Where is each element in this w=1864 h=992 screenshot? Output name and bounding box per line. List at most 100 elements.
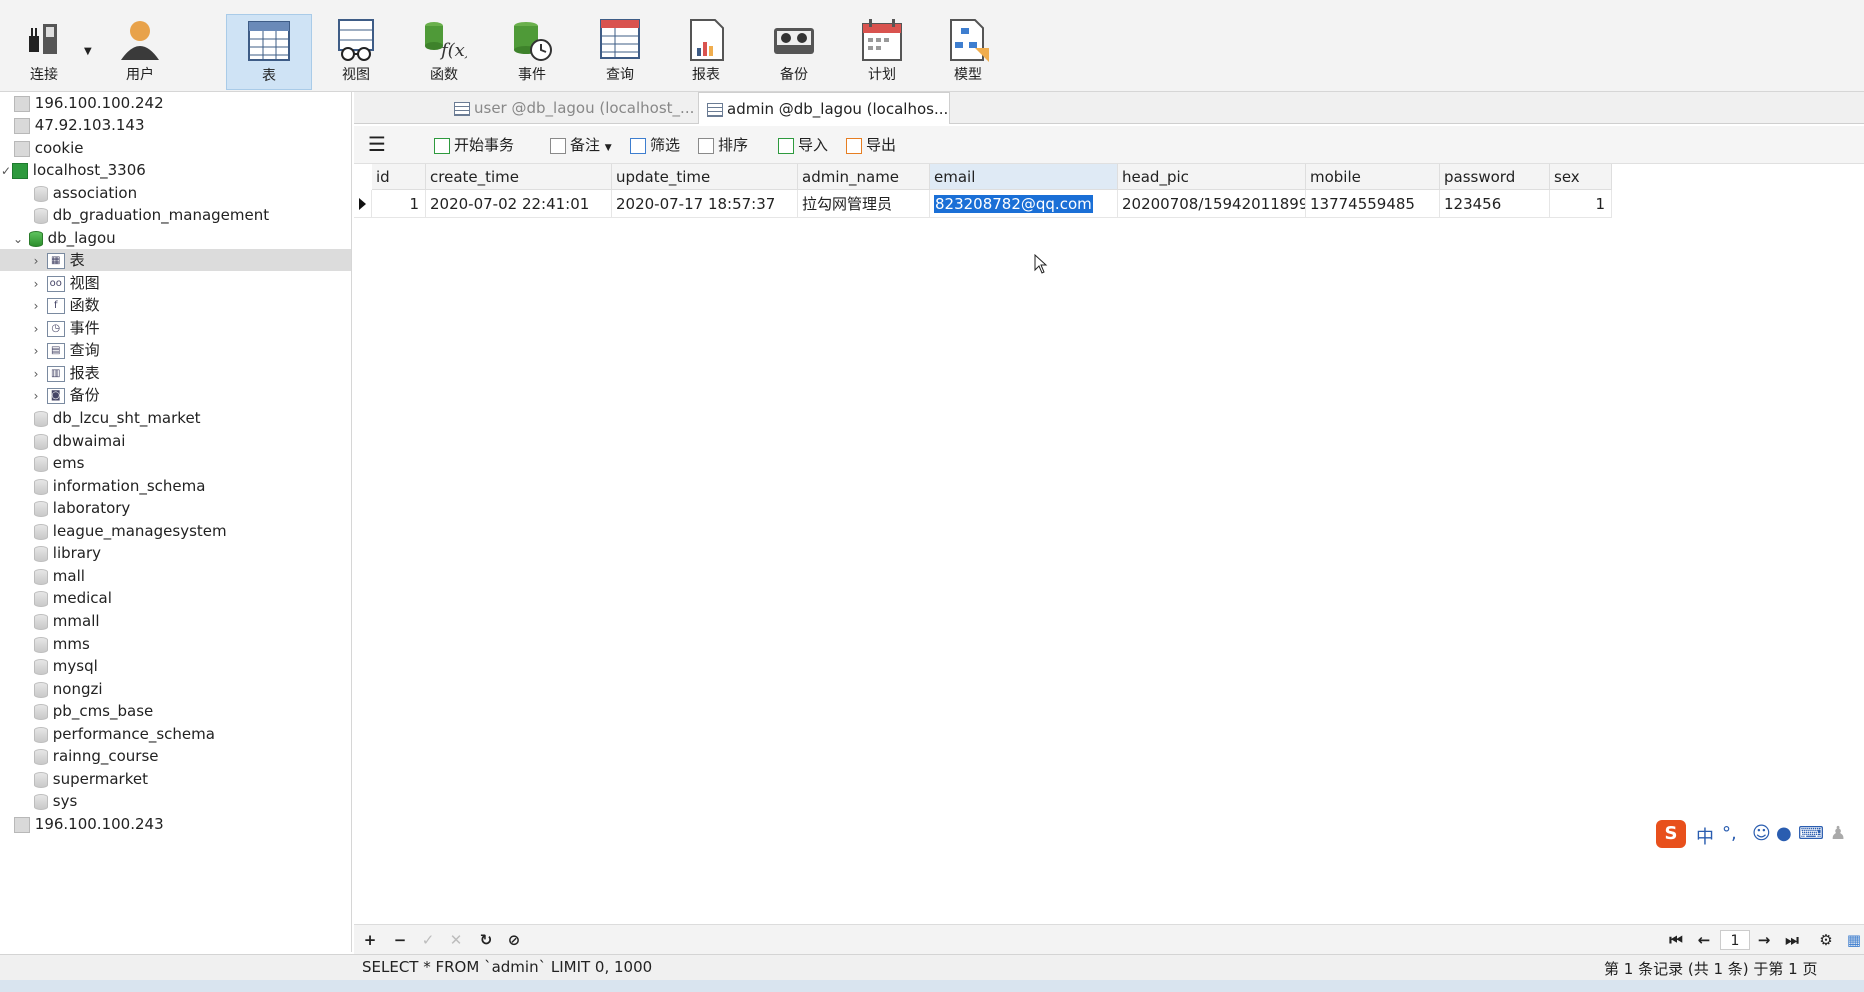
table-cell[interactable]: 123456 [1440,190,1550,218]
database-item[interactable]: library [34,542,101,564]
column-header[interactable]: update_time [612,164,798,190]
chevron-down-icon[interactable]: ⌄ [12,228,24,250]
connection-item[interactable]: cookie [14,137,83,159]
sort-button[interactable]: 排序 [698,134,748,156]
emoji-icon[interactable]: ☺ [1752,823,1771,844]
database-item-open[interactable]: ⌄ db_lagou [12,227,116,249]
connection-item[interactable]: 196.100.100.242 [14,92,164,114]
database-item[interactable]: mms [34,633,90,655]
column-header-selected[interactable]: email [930,164,1118,190]
toolbar-report-button[interactable]: 报表 [666,14,746,90]
chevron-right-icon[interactable]: › [30,385,42,407]
database-item[interactable]: performance_schema [34,723,215,745]
database-item[interactable]: medical [34,587,112,609]
database-item[interactable]: mmall [34,610,100,632]
chevron-right-icon[interactable]: › [30,273,42,295]
first-page-button[interactable]: ⏮ [1666,930,1686,950]
chevron-right-icon[interactable]: › [30,363,42,385]
database-item[interactable]: db_graduation_management [34,204,269,226]
user-icon[interactable]: ♟ [1830,823,1846,844]
previous-page-button[interactable]: ← [1694,930,1714,950]
table-cell[interactable]: 1 [1550,190,1612,218]
grid-view-icon[interactable]: ▦ [1844,930,1864,950]
database-item[interactable]: rainng_course [34,745,158,767]
tab-admin-table[interactable]: admin @db_lagou (localhos... [698,92,950,124]
import-button[interactable]: 导入 [778,134,828,156]
toolbar-model-button[interactable]: 模型 [928,14,1008,90]
toolbar-schedule-button[interactable]: 计划 [842,14,922,90]
filter-button[interactable]: 筛选 [630,134,680,156]
db-node-queries[interactable]: › ▤ 查询 [30,339,100,361]
database-item[interactable]: league_managesystem [34,520,227,542]
db-node-functions[interactable]: › f 函数 [30,294,100,316]
column-header[interactable]: create_time [426,164,612,190]
table-cell[interactable]: 2020-07-02 22:41:01 [426,190,612,218]
toolbar-table-button[interactable]: 表 [226,14,312,90]
database-item[interactable]: mall [34,565,85,587]
table-cell[interactable]: 20200708/1594201189905 [1118,190,1306,218]
toolbar-view-button[interactable]: 视图 [316,14,396,90]
chevron-down-icon[interactable]: ✓ [0,160,12,182]
last-page-button[interactable]: ⏭ [1782,930,1802,950]
settings-gear-icon[interactable]: ⚙ [1816,930,1836,950]
menu-icon[interactable]: ☰ [368,134,386,156]
db-node-events[interactable]: › ◷ 事件 [30,317,100,339]
database-item[interactable]: mysql [34,655,98,677]
begin-transaction-button[interactable]: 开始事务 [434,134,514,156]
database-item[interactable]: sys [34,790,77,812]
toolbar-user-button[interactable]: 用户 [100,14,180,90]
delete-record-button[interactable]: − [390,930,410,950]
database-item[interactable]: laboratory [34,497,130,519]
column-header[interactable]: password [1440,164,1550,190]
ime-language-toggle[interactable]: 中 [1696,823,1714,849]
stop-icon[interactable]: ⊘ [504,930,524,950]
column-header[interactable]: sex [1550,164,1612,190]
refresh-icon[interactable]: ↻ [476,930,496,950]
table-cell[interactable]: 13774559485 [1306,190,1440,218]
toolbar-backup-button[interactable]: 备份 [754,14,834,90]
database-item[interactable]: nongzi [34,678,103,700]
connection-item[interactable]: 47.92.103.143 [14,114,145,136]
database-item[interactable]: information_schema [34,475,205,497]
database-item[interactable]: pb_cms_base [34,700,153,722]
toolbar-connect-button[interactable]: 连接 [4,14,84,90]
column-header[interactable]: id [372,164,426,190]
db-node-reports[interactable]: › ▥ 报表 [30,362,100,384]
database-item[interactable]: dbwaimai [34,430,125,452]
export-button[interactable]: 导出 [846,134,896,156]
tab-user-table[interactable]: user @db_lagou (localhost_... [446,92,702,124]
chevron-right-icon[interactable]: › [30,295,42,317]
sogou-logo-icon[interactable]: S [1656,820,1686,848]
table-cell[interactable]: 1 [372,190,426,218]
column-header[interactable]: mobile [1306,164,1440,190]
chevron-right-icon[interactable]: › [30,340,42,362]
database-item[interactable]: db_lzcu_sht_market [34,407,201,429]
microphone-icon[interactable]: ● [1776,823,1792,844]
chevron-right-icon[interactable]: › [30,318,42,340]
note-button[interactable]: 备注 ▼ [550,134,612,156]
toolbar-event-button[interactable]: 事件 [492,14,572,90]
next-page-button[interactable]: → [1754,930,1774,950]
selected-text[interactable]: 823208782@qq.com [934,195,1093,213]
table-cell-selected[interactable]: 823208782@qq.com [930,190,1118,218]
database-item[interactable]: ems [34,452,84,474]
db-node-backups[interactable]: › ◙ 备份 [30,384,100,406]
db-node-tables[interactable]: › ▦ 表 [0,249,351,272]
keyboard-icon[interactable]: ⌨ [1798,823,1824,844]
column-header[interactable]: head_pic [1118,164,1306,190]
db-node-views[interactable]: › oo 视图 [30,272,100,294]
toolbar-query-button[interactable]: 查询 [580,14,660,90]
page-number-input[interactable]: 1 [1720,930,1750,950]
chevron-down-icon[interactable]: ▼ [605,143,612,153]
table-cell[interactable]: 2020-07-17 18:57:37 [612,190,798,218]
apply-changes-button[interactable]: ✓ [418,930,438,950]
chevron-right-icon[interactable]: › [30,250,42,272]
connect-dropdown-arrow[interactable]: ▼ [84,46,92,57]
table-cell[interactable]: 拉勾网管理员 [798,190,930,218]
connection-item-active[interactable]: ✓ localhost_3306 [0,159,146,181]
toolbar-function-button[interactable]: f(x) 函数 [404,14,484,90]
column-header[interactable]: admin_name [798,164,930,190]
connection-item[interactable]: 196.100.100.243 [14,813,164,835]
database-item[interactable]: association [34,182,137,204]
ime-punctuation-toggle[interactable]: °, [1722,823,1737,844]
